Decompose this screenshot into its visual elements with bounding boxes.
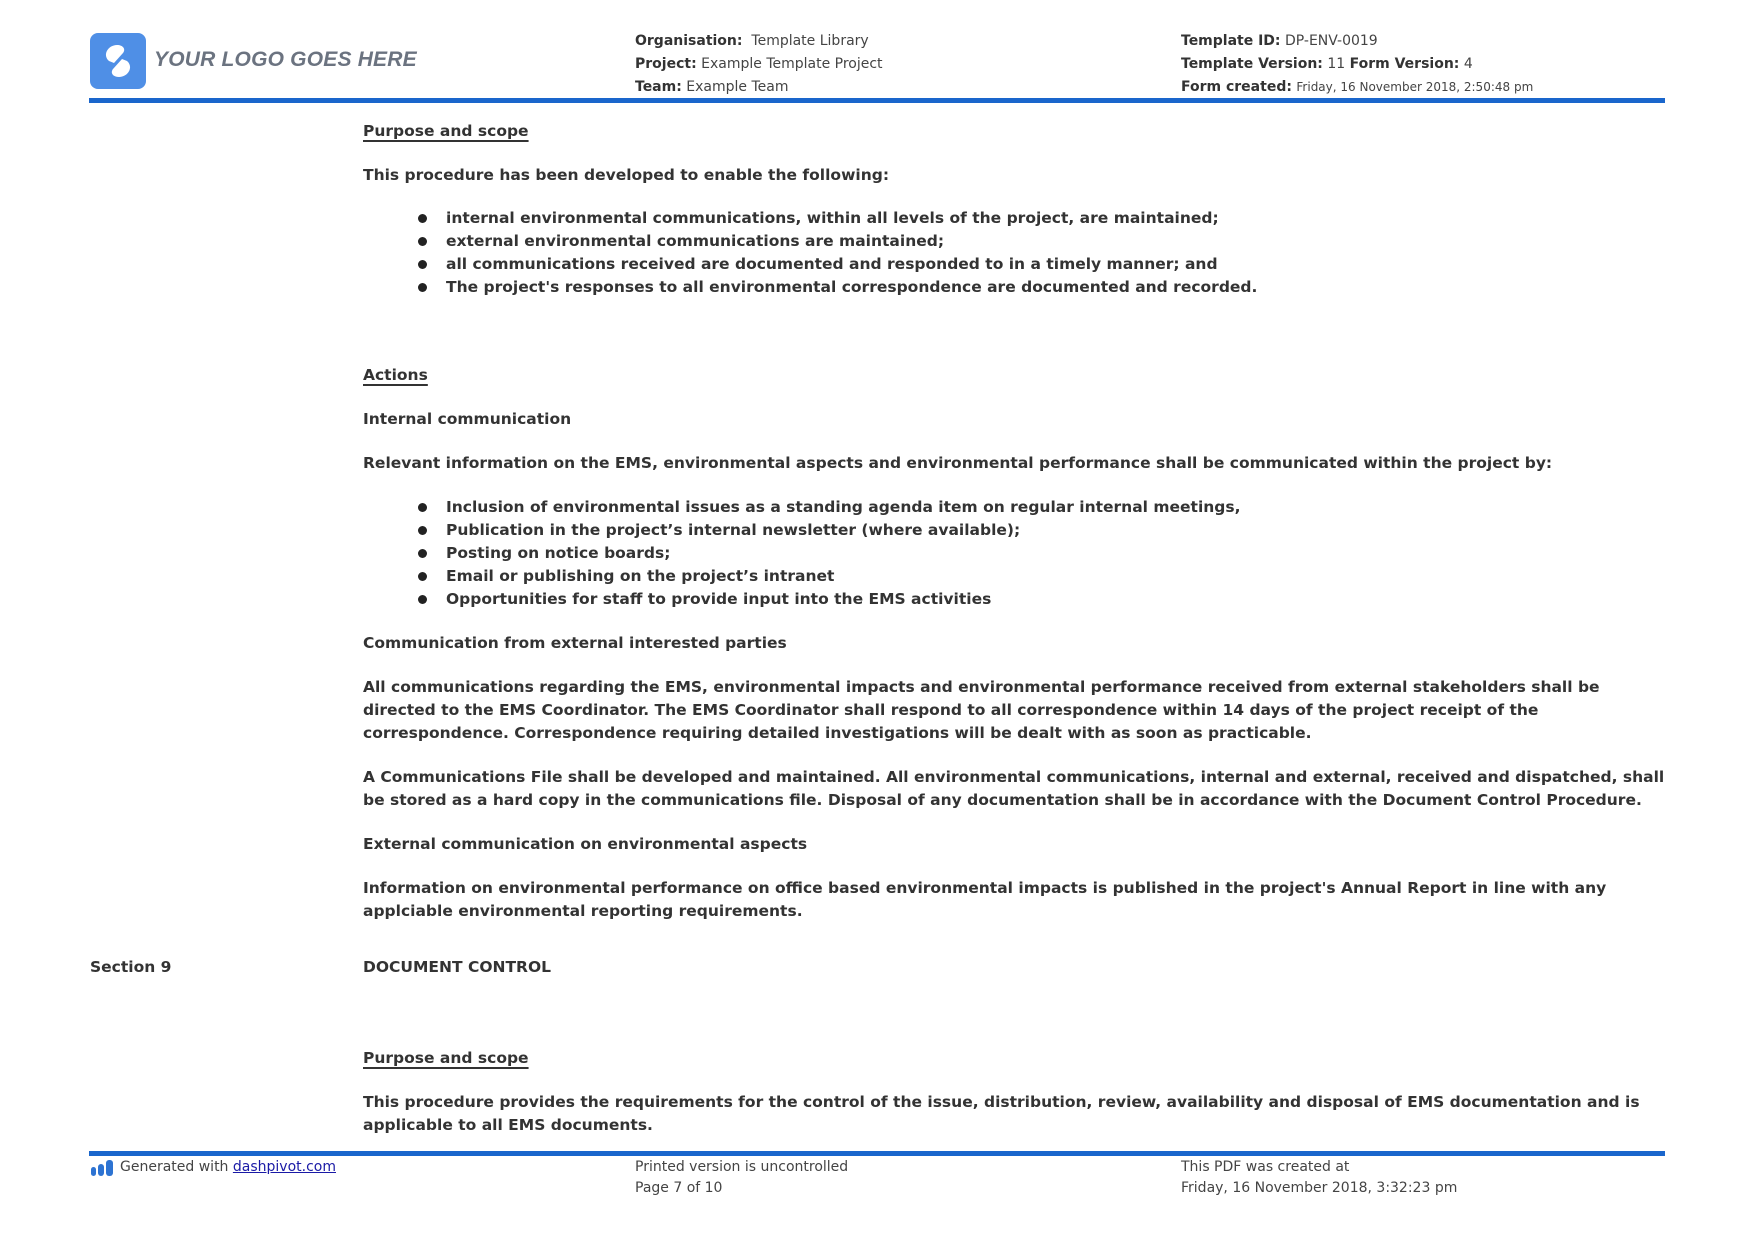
section-title: DOCUMENT CONTROL [363,958,552,976]
bullet-icon [418,503,427,512]
external-aspects-heading: External communication on environmental … [363,835,808,853]
pdf-created-value: Friday, 16 November 2018, 3:32:23 pm [1181,1180,1458,1196]
team-label: Team: [635,79,682,95]
external-parties-paragraph-2: A Communications File shall be developed… [363,768,1665,809]
internal-bullet-list: Inclusion of environmental issues as a s… [363,496,1665,611]
footer-divider [89,1151,1665,1156]
project-label: Project: [635,56,697,72]
page-number: Page 7 of 10 [635,1180,723,1196]
bullet-icon [418,526,427,535]
bullet-icon [418,572,427,581]
uncontrolled-notice: Printed version is uncontrolled [635,1159,849,1175]
form-created-label: Form created: [1181,79,1292,95]
footer-pdf-info: This PDF was created at Friday, 16 Novem… [1181,1157,1457,1199]
list-item: Publication in the project’s internal ne… [363,519,1665,542]
purpose-intro: This procedure has been developed to ena… [363,166,890,184]
logo-placeholder-text: YOUR LOGO GOES HERE [154,48,417,71]
dashpivot-bars-icon [91,1159,113,1176]
form-created-value: Friday, 16 November 2018, 2:50:48 pm [1296,80,1534,94]
bullet-icon [418,283,427,292]
team-value: Example Team [686,79,789,95]
section-9-content: Purpose and scope This procedure provide… [363,1047,1665,1137]
external-parties-heading: Communication from external interested p… [363,634,787,652]
list-item: The project's responses to all environme… [363,276,1665,299]
generated-with-text: Generated with [120,1159,229,1175]
header-template-info: Template ID: DP-ENV-0019 Template Versio… [1181,30,1533,99]
project-value: Example Template Project [701,56,883,72]
bullet-icon [418,214,427,223]
list-item: Email or publishing on the project’s int… [363,565,1665,588]
list-item: internal environmental communications, w… [363,207,1665,230]
bullet-icon [418,595,427,604]
purpose-bullet-list: internal environmental communications, w… [363,207,1665,299]
external-parties-paragraph-1: All communications regarding the EMS, en… [363,678,1600,742]
header-divider [89,98,1665,103]
bullet-icon [418,260,427,269]
list-item: Posting on notice boards; [363,542,1665,565]
actions-heading: Actions [363,366,428,384]
dashpivot-link[interactable]: dashpivot.com [233,1157,336,1178]
purpose-heading: Purpose and scope [363,1049,529,1067]
bullet-icon [418,549,427,558]
form-version-value: 4 [1463,56,1473,72]
generated-with: Generated with dashpivot.com [90,1157,336,1178]
template-id-value: DP-ENV-0019 [1284,33,1378,49]
section-8-content: Purpose and scope This procedure has bee… [363,120,1665,923]
purpose-heading: Purpose and scope [363,122,529,140]
logo-s-icon [105,45,131,77]
template-version-label: Template Version: [1181,56,1323,72]
purpose-paragraph: This procedure provides the requirements… [363,1093,1640,1134]
external-aspects-paragraph: Information on environmental performance… [363,879,1607,920]
template-id-label: Template ID: [1181,33,1281,49]
organisation-value: Template Library [751,33,869,49]
form-version-label: Form Version: [1349,56,1460,72]
section-number: Section 9 [90,958,172,976]
list-item: external environmental communications ar… [363,230,1665,253]
pdf-created-label: This PDF was created at [1181,1159,1350,1175]
internal-communication-heading: Internal communication [363,410,572,428]
list-item: Inclusion of environmental issues as a s… [363,496,1665,519]
footer-print-info: Printed version is uncontrolled Page 7 o… [635,1157,848,1199]
internal-communication-intro: Relevant information on the EMS, environ… [363,454,1553,472]
list-item: all communications received are document… [363,253,1665,276]
organisation-label: Organisation: [635,33,743,49]
logo-mark [90,33,146,89]
bullet-icon [418,237,427,246]
template-version-value: 11 [1327,56,1346,72]
header-project-info: Organisation: Template Library Project: … [635,30,883,99]
list-item: Opportunities for staff to provide input… [363,588,1665,611]
